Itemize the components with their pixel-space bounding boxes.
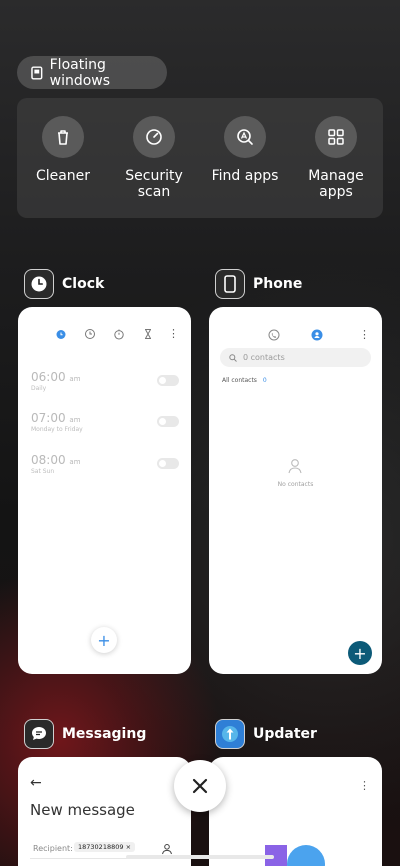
messaging-app-card[interactable]: ← New message Recipient: 18730218809 × bbox=[18, 757, 191, 866]
security-scan-label: Security scan bbox=[125, 168, 183, 200]
updater-app-name: Updater bbox=[253, 726, 317, 742]
alarm-repeat: Sat Sun bbox=[31, 468, 55, 475]
find-apps-label: Find apps bbox=[211, 168, 279, 184]
quick-tools-panel: Cleaner Security scan Find apps Manage a… bbox=[17, 98, 383, 218]
world-clock-tab-icon[interactable] bbox=[84, 328, 96, 340]
alarm-time: 06:00 bbox=[31, 370, 66, 384]
alarm-ampm: am bbox=[69, 458, 81, 466]
find-apps-button[interactable]: Find apps bbox=[200, 116, 290, 184]
trash-icon bbox=[42, 116, 84, 158]
new-message-title: New message bbox=[30, 801, 135, 819]
empty-contacts-icon bbox=[288, 459, 302, 474]
clock-app-icon bbox=[24, 269, 54, 299]
recipient-label: Recipient: bbox=[33, 844, 73, 853]
contacts-count: 0 bbox=[262, 377, 267, 384]
phone-app-name: Phone bbox=[253, 276, 303, 292]
add-alarm-button[interactable]: + bbox=[91, 627, 117, 653]
floating-windows-button[interactable]: Floating windows bbox=[17, 56, 167, 89]
alarm-repeat: Monday to Friday bbox=[31, 426, 83, 433]
alarm-row[interactable]: 06:00 am Daily bbox=[31, 370, 81, 392]
cleaner-label: Cleaner bbox=[35, 168, 91, 184]
updater-app-card[interactable]: ⋮ bbox=[209, 757, 382, 866]
back-arrow-icon[interactable]: ← bbox=[30, 775, 42, 791]
messaging-app-name: Messaging bbox=[62, 726, 147, 742]
clear-all-button[interactable] bbox=[174, 760, 226, 812]
recipient-chip[interactable]: 18730218809 × bbox=[74, 842, 136, 852]
contacts-tab-icon[interactable] bbox=[311, 329, 323, 341]
search-placeholder: 0 contacts bbox=[243, 353, 285, 362]
all-contacts-label: All contacts bbox=[222, 377, 257, 384]
updater-app-icon bbox=[215, 719, 245, 749]
alarm-ampm: am bbox=[69, 416, 81, 424]
find-apps-icon bbox=[224, 116, 266, 158]
close-icon bbox=[192, 778, 208, 794]
timer-tab-icon[interactable] bbox=[142, 328, 154, 340]
phone-app-header[interactable]: Phone bbox=[215, 269, 302, 299]
stopwatch-tab-icon[interactable] bbox=[113, 328, 125, 340]
alarm-toggle[interactable] bbox=[157, 416, 179, 427]
clock-app-name: Clock bbox=[62, 276, 105, 292]
phone-app-card[interactable]: ⋮ 0 contacts All contacts 0 No contacts … bbox=[209, 307, 382, 674]
home-gesture-bar[interactable] bbox=[126, 855, 274, 859]
speedometer-icon bbox=[133, 116, 175, 158]
alarm-toggle[interactable] bbox=[157, 458, 179, 469]
contacts-search-input[interactable]: 0 contacts bbox=[220, 348, 371, 367]
phone-app-icon bbox=[215, 269, 245, 299]
messaging-app-icon bbox=[24, 719, 54, 749]
alarm-tab-icon[interactable] bbox=[55, 328, 67, 340]
floating-window-icon bbox=[31, 65, 43, 80]
security-scan-button[interactable]: Security scan bbox=[109, 116, 199, 200]
recipient-value: 18730218809 bbox=[78, 843, 124, 851]
clock-app-header[interactable]: Clock bbox=[24, 269, 104, 299]
alarm-repeat: Daily bbox=[31, 385, 47, 392]
grid-icon bbox=[315, 116, 357, 158]
updater-app-header[interactable]: Updater bbox=[215, 719, 317, 749]
alarm-row[interactable]: 07:00 am Monday to Friday bbox=[31, 411, 83, 433]
alarm-time: 07:00 bbox=[31, 411, 66, 425]
updater-menu-icon[interactable]: ⋮ bbox=[359, 779, 370, 792]
clock-app-card[interactable]: ⋮ 06:00 am Daily 07:00 am Monday to Frid… bbox=[18, 307, 191, 674]
alarm-toggle[interactable] bbox=[157, 375, 179, 386]
phone-menu-icon[interactable]: ⋮ bbox=[359, 328, 370, 341]
alarm-ampm: am bbox=[69, 375, 81, 383]
manage-apps-button[interactable]: Manage apps bbox=[291, 116, 381, 200]
call-log-tab-icon[interactable] bbox=[268, 329, 280, 341]
cleaner-button[interactable]: Cleaner bbox=[18, 116, 108, 184]
alarm-row[interactable]: 08:00 am Sat Sun bbox=[31, 453, 81, 475]
search-icon bbox=[229, 353, 237, 362]
manage-apps-label: Manage apps bbox=[308, 168, 364, 200]
updater-illustration-circle bbox=[287, 845, 325, 866]
messaging-app-header[interactable]: Messaging bbox=[24, 719, 146, 749]
add-contact-button[interactable]: + bbox=[348, 641, 372, 665]
alarm-time: 08:00 bbox=[31, 453, 66, 467]
clock-menu-icon[interactable]: ⋮ bbox=[168, 327, 179, 340]
empty-contacts-label: No contacts bbox=[277, 481, 314, 488]
add-recipient-icon[interactable] bbox=[161, 843, 173, 855]
floating-windows-label: Floating windows bbox=[49, 56, 111, 89]
all-contacts-row: All contacts 0 bbox=[222, 377, 267, 384]
